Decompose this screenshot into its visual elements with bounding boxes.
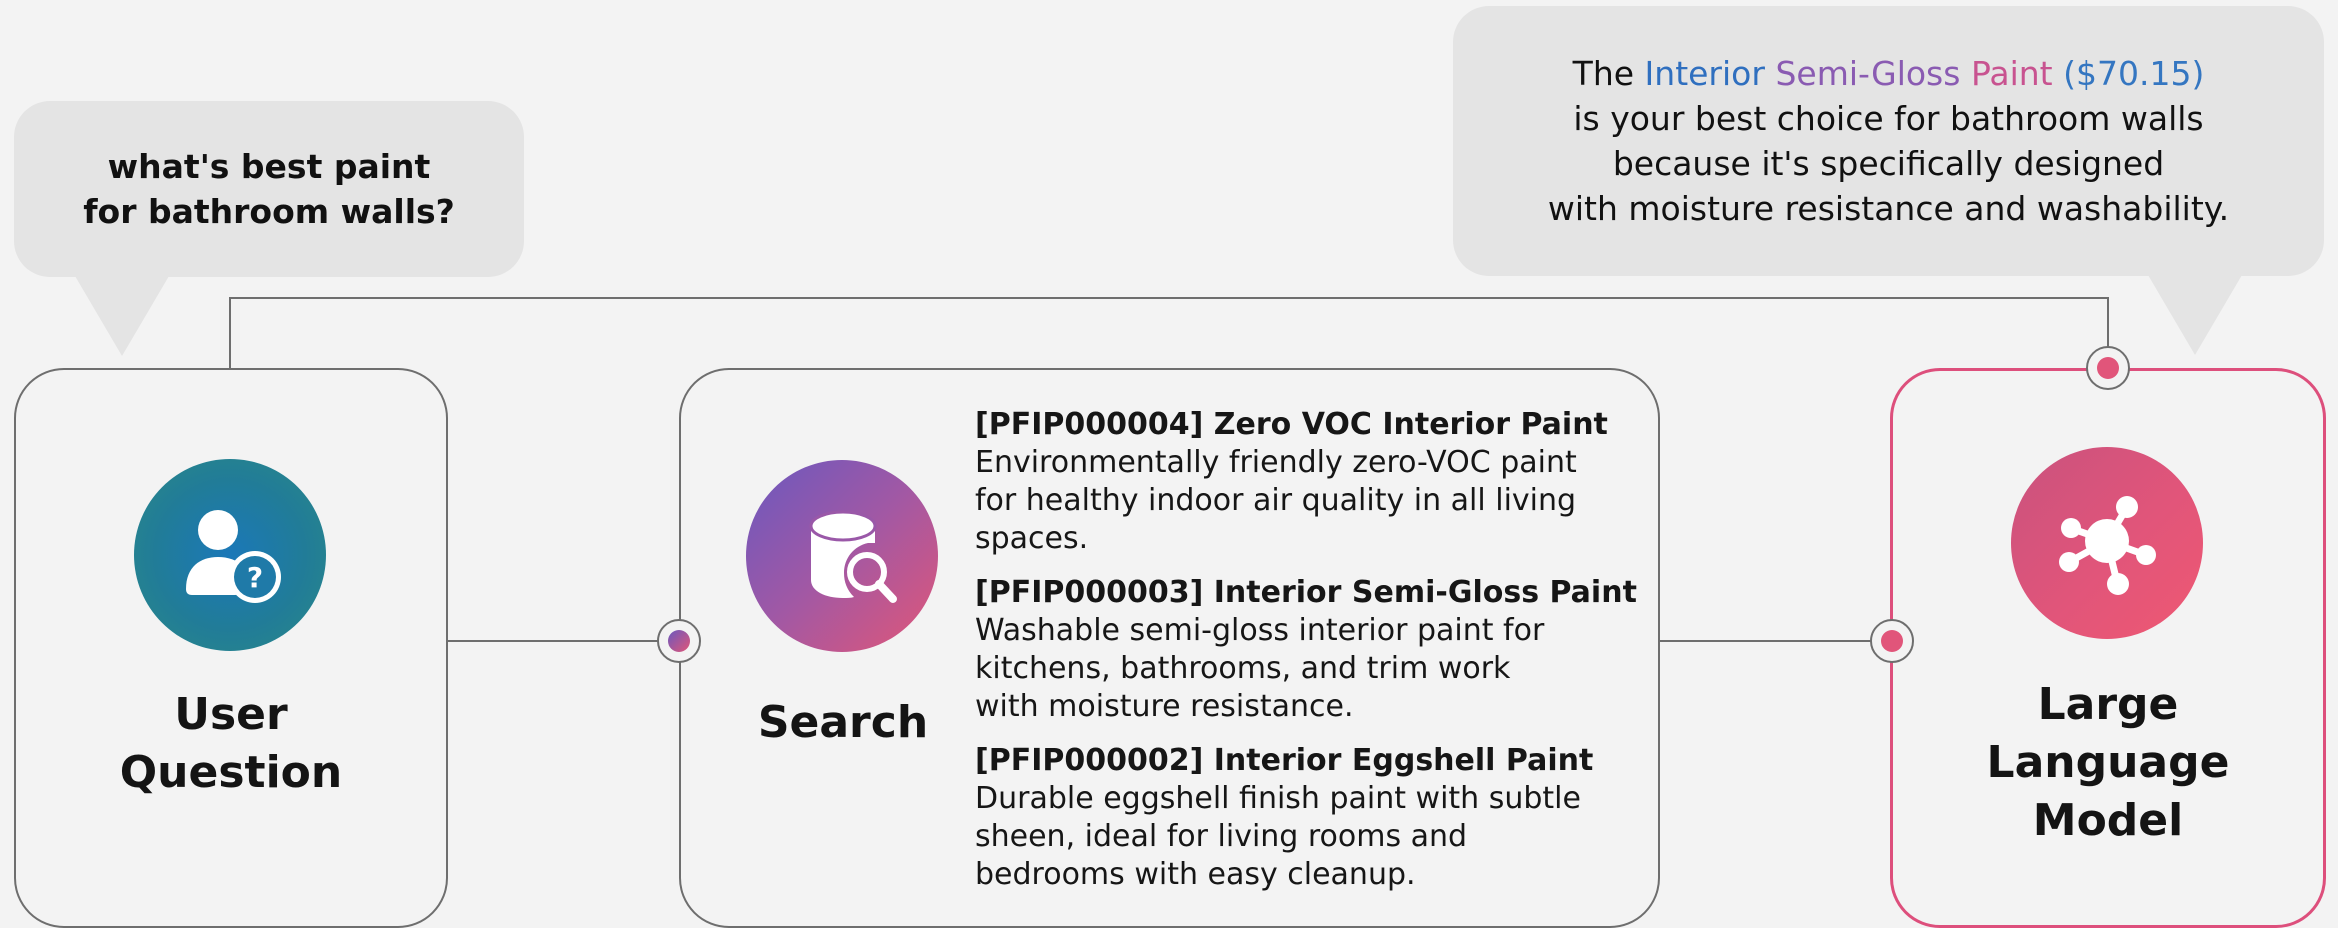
answer-bubble-tail [2148, 275, 2242, 355]
question-line-2: for bathroom walls? [83, 192, 455, 231]
question-bubble-tail [75, 276, 169, 356]
llm-icon-circle [2011, 447, 2203, 639]
user-question-icon: ? [186, 510, 281, 603]
answer-bubble: The Interior Semi-Gloss Paint ($70.15) i… [1453, 6, 2324, 276]
connector-user-to-answer-vertical [229, 297, 231, 369]
search-result-description: Washable semi-gloss interior paint for k… [975, 613, 1545, 724]
answer-prefix: The [1572, 54, 1635, 93]
search-result-description: Environmentally friendly zero-VOC paint … [975, 445, 1577, 556]
llm-input-port [1870, 619, 1914, 663]
connector-user-to-answer-horizontal [229, 297, 2109, 299]
search-label: Search [757, 697, 929, 748]
search-result-title: [PFIP000002] Interior Eggshell Paint [975, 743, 1594, 778]
search-result-title: [PFIP000003] Interior Semi-Gloss Paint [975, 575, 1637, 610]
search-result-description: Durable eggshell finish paint with subtl… [975, 781, 1581, 892]
answer-line-1: The Interior Semi-Gloss Paint ($70.15) [1453, 51, 2324, 96]
answer-line-3: because it's specifically designed [1612, 144, 2165, 183]
connector-answer-to-llm-vertical [2107, 297, 2109, 353]
user-question-label-line-1: User [174, 689, 288, 740]
question-bubble: what's best paint for bathroom walls? [14, 101, 524, 277]
search-result-item: [PFIP000003] Interior Semi-Gloss Paint W… [975, 574, 1655, 726]
connector-user-to-search [448, 640, 658, 642]
answer-product-word-2: Semi-Gloss [1775, 54, 1961, 93]
search-result-item: [PFIP000002] Interior Eggshell Paint Dur… [975, 742, 1655, 894]
llm-label: Large Language Model [1890, 676, 2326, 850]
connector-search-to-llm [1659, 640, 1873, 642]
search-input-port [657, 619, 701, 663]
database-search-icon [809, 510, 897, 603]
search-results-list: [PFIP000004] Zero VOC Interior Paint Env… [975, 406, 1655, 910]
user-question-label: User Question [14, 686, 448, 802]
llm-label-line-2: Language [1986, 737, 2230, 788]
llm-label-line-1: Large [2037, 679, 2179, 730]
llm-output-port [2086, 346, 2130, 390]
answer-line-2: is your best choice for bathroom walls [1573, 99, 2204, 138]
user-question-icon-circle: ? [134, 459, 326, 651]
question-line-1: what's best paint [107, 147, 431, 186]
answer-line-4: with moisture resistance and washability… [1547, 189, 2230, 228]
user-question-label-line-2: Question [119, 747, 343, 798]
search-icon-circle [746, 460, 938, 652]
search-result-title: [PFIP000004] Zero VOC Interior Paint [975, 407, 1608, 442]
answer-product-price: ($70.15) [2063, 54, 2205, 93]
answer-product-word-1: Interior [1644, 54, 1765, 93]
svg-text:?: ? [247, 561, 263, 594]
answer-product-word-3: Paint [1970, 54, 2053, 93]
search-result-item: [PFIP000004] Zero VOC Interior Paint Env… [975, 406, 1655, 558]
network-hub-icon [2059, 496, 2156, 595]
llm-label-line-3: Model [2032, 795, 2184, 846]
